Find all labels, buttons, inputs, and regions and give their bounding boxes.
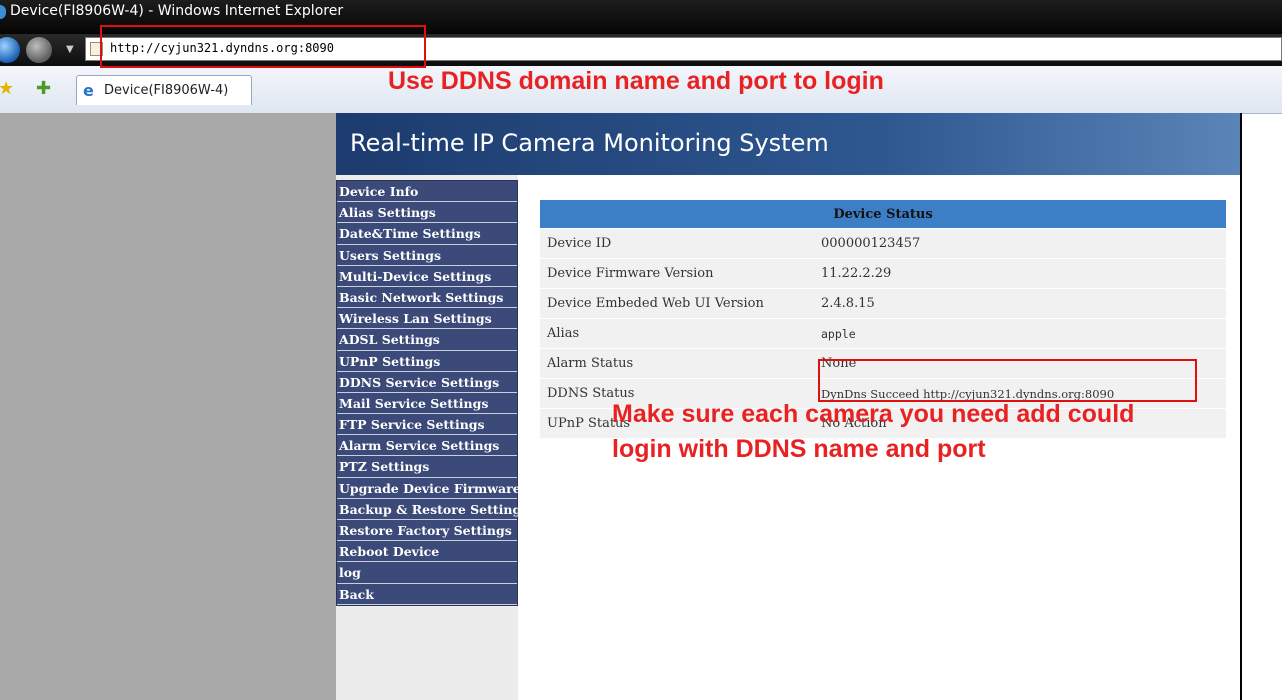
menu-item-ftp-service-settings[interactable]: FTP Service Settings [337,414,517,436]
menu-item-restore-factory[interactable]: Restore Factory Settings [337,520,517,542]
menu-item-backup-restore[interactable]: Backup & Restore Settings [337,499,528,520]
table-header-row: Device Status [540,200,1226,229]
annotation-camera-note-line2: login with DDNS name and port [612,435,986,463]
table-row: Device Firmware Version 11.22.2.29 [540,258,1226,289]
menu-item-upnp-settings[interactable]: UPnP Settings [337,351,517,372]
row-label-alarm-status: Alarm Status [540,348,818,379]
menu-item-back[interactable]: Back [337,584,517,605]
page-banner: Real-time IP Camera Monitoring System [336,113,1240,175]
favorites-star-icon[interactable]: ★ [0,78,14,99]
menu-item-mail-service-settings[interactable]: Mail Service Settings [337,393,517,415]
row-label-device-id: Device ID [540,228,818,259]
row-value-alias: apple [818,318,1226,349]
internet-explorer-icon [0,5,6,19]
row-label-alias: Alias [540,318,818,349]
row-value-firmware-version: 11.22.2.29 [818,258,1226,289]
menu-item-wireless-lan-settings[interactable]: Wireless Lan Settings [337,308,517,330]
add-favorite-icon[interactable]: ✚ [36,78,51,99]
menu-item-ptz-settings[interactable]: PTZ Settings [337,456,517,478]
menu-item-date-time-settings[interactable]: Date&Time Settings [337,223,517,245]
table-row: Device ID 000000123457 [540,228,1226,259]
menu-item-alias-settings[interactable]: Alias Settings [337,202,517,224]
forward-button[interactable] [26,37,52,63]
back-button[interactable] [0,37,20,63]
recent-pages-dropdown-icon[interactable]: ▼ [66,44,74,55]
table-row: Alias apple [540,318,1226,349]
settings-menu: Device Info Alias Settings Date&Time Set… [336,180,528,606]
row-value-device-id: 000000123457 [818,228,1226,259]
ddns-highlight-box [818,359,1197,402]
annotation-camera-note: Make sure each camera you need add could… [612,397,1134,467]
annotation-camera-note-line1: Make sure each camera you need add could [612,400,1135,428]
annotation-login-note: Use DDNS domain name and port to login [388,67,884,95]
window-title: Device(FI8906W-4) - Windows Internet Exp… [10,3,344,19]
browser-tab[interactable]: e Device(FI8906W-4) [76,75,252,105]
menu-item-ddns-service-settings[interactable]: DDNS Service Settings [337,372,517,393]
window-right-border [1240,113,1242,700]
menu-item-adsl-settings[interactable]: ADSL Settings [337,329,517,351]
row-value-web-ui-version: 2.4.8.15 [818,288,1226,319]
menu-item-reboot-device[interactable]: Reboot Device [337,541,517,563]
menu-item-upgrade-firmware[interactable]: Upgrade Device Firmware [337,478,521,499]
tab-label: Device(FI8906W-4) [104,83,229,98]
menu-item-device-info[interactable]: Device Info [337,181,517,203]
table-row: Device Embeded Web UI Version 2.4.8.15 [540,288,1226,319]
device-status-header: Device Status [540,200,1226,229]
row-label-firmware-version: Device Firmware Version [540,258,818,289]
page-left-margin [0,113,336,700]
url-highlight-box [100,25,426,68]
menu-item-basic-network-settings[interactable]: Basic Network Settings [337,287,517,309]
ie-page-icon: e [83,81,94,100]
menu-item-multi-device-settings[interactable]: Multi-Device Settings [337,266,517,287]
menu-item-alarm-service-settings[interactable]: Alarm Service Settings [337,435,517,457]
menu-item-log[interactable]: log [337,562,517,584]
menu-item-users-settings[interactable]: Users Settings [337,245,517,266]
banner-title: Real-time IP Camera Monitoring System [350,129,829,157]
row-label-web-ui-version: Device Embeded Web UI Version [540,288,818,319]
